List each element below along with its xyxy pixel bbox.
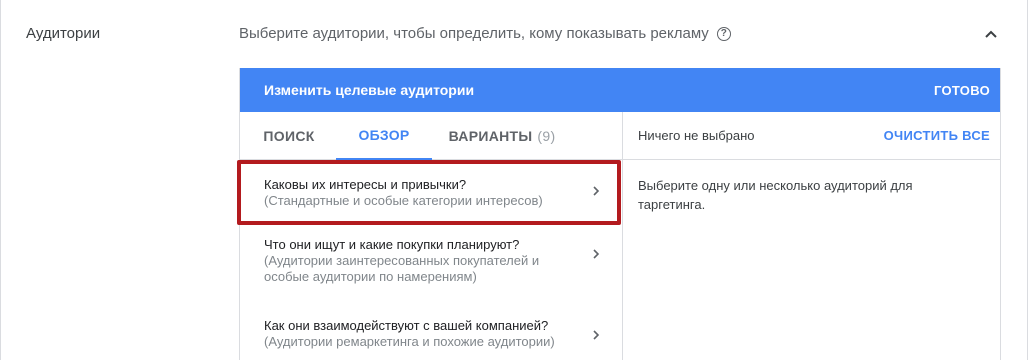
done-button[interactable]: ГОТОВО (934, 83, 990, 98)
tab-search-label: ПОИСК (263, 128, 315, 144)
selection-column: Ничего не выбрано ОЧИСТИТЬ ВСЕ Выберите … (623, 112, 1000, 360)
category-subtitle: (Аудитории заинтересованных покупателей … (264, 253, 540, 284)
category-title: Как они взаимодействуют с вашей компание… (264, 318, 549, 333)
category-engagement[interactable]: Как они взаимодействуют с вашей компание… (240, 317, 622, 357)
selection-header: Ничего не выбрано ОЧИСТИТЬ ВСЕ (623, 112, 1000, 160)
tab-variants[interactable]: ВАРИАНТЫ (9) (446, 112, 558, 160)
chevron-right-icon (593, 186, 600, 196)
clear-all-button[interactable]: ОЧИСТИТЬ ВСЕ (884, 128, 990, 143)
category-subtitle: (Стандартные и особые категории интересо… (264, 193, 543, 208)
tab-variants-count: (9) (537, 128, 556, 144)
section-label: Аудитории (26, 25, 101, 42)
chevron-up-icon[interactable] (983, 26, 999, 42)
panel-title: Изменить целевые аудитории (264, 82, 475, 98)
section-description-text: Выберите аудитории, чтобы определить, ко… (239, 25, 709, 42)
audiences-section: Аудитории Выберите аудитории, чтобы опре… (0, 0, 1028, 360)
category-subtitle: (Аудитории ремаркетинга и похожие аудито… (264, 334, 555, 349)
panel-header: Изменить целевые аудитории ГОТОВО (240, 68, 1000, 112)
edit-audiences-panel: Изменить целевые аудитории ГОТОВО ПОИСК … (239, 68, 1001, 360)
tab-browse-label: ОБЗОР (358, 127, 410, 143)
help-circle-icon[interactable]: ? (716, 26, 731, 41)
tab-bar: ПОИСК ОБЗОР ВАРИАНТЫ (9) (240, 112, 622, 160)
chevron-right-icon (593, 249, 600, 259)
tab-browse[interactable]: ОБЗОР (336, 112, 432, 160)
tab-variants-label: ВАРИАНТЫ (448, 128, 533, 144)
browse-column: ПОИСК ОБЗОР ВАРИАНТЫ (9) Каковы их интер… (240, 112, 623, 360)
tab-search[interactable]: ПОИСК (254, 112, 324, 160)
category-title: Что они ищут и какие покупки планируют? (264, 237, 520, 252)
section-description: Выберите аудитории, чтобы определить, ко… (239, 25, 731, 42)
category-purchase-intent[interactable]: Что они ищут и какие покупки планируют? … (240, 236, 622, 300)
selection-hint: Выберите одну или несколько аудиторий дл… (638, 178, 913, 212)
chevron-right-icon (593, 330, 600, 340)
category-interests[interactable]: Каковы их интересы и привычки? (Стандарт… (240, 160, 622, 222)
category-title: Каковы их интересы и привычки? (264, 177, 467, 192)
selection-status: Ничего не выбрано (638, 128, 755, 143)
